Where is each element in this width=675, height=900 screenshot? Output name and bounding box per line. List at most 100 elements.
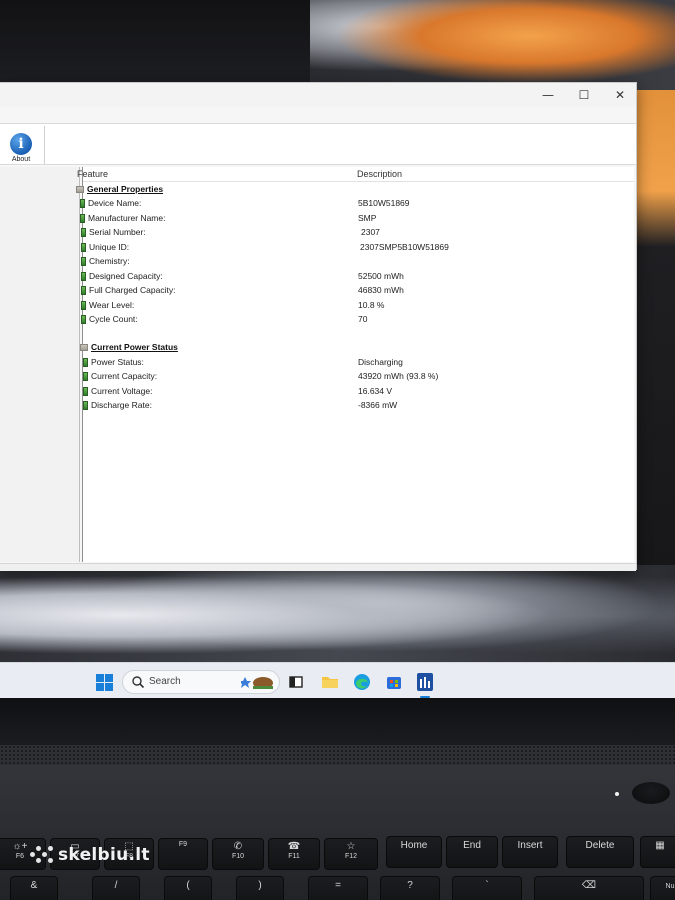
list-item[interactable]: Current Voltage: 16.634 V xyxy=(76,386,616,400)
battery-icon xyxy=(83,372,88,381)
feature-value: 43920 mWh (93.8 %) xyxy=(358,371,439,381)
feature-value: 52500 mWh xyxy=(358,270,404,281)
feature-label: Discharge Rate: xyxy=(91,399,152,410)
list-item[interactable]: Unique ID: 2307SMP5B10W51869 xyxy=(76,242,616,256)
feature-label: Device Name: xyxy=(88,198,142,208)
task-view-icon[interactable] xyxy=(285,671,307,693)
toolbar: i About xyxy=(0,123,636,165)
feature-label: Current Voltage: xyxy=(91,385,153,396)
monitor-bezel-bottom xyxy=(0,698,675,748)
key-f11[interactable]: ☎ F11 xyxy=(268,838,320,870)
list-item[interactable]: Device Name: 5B10W51869 xyxy=(76,198,616,212)
feature-label: Unique ID: xyxy=(89,241,130,252)
list-item[interactable]: Manufacturer Name: SMP xyxy=(76,213,616,227)
feature-label: Manufacturer Name: xyxy=(88,212,166,223)
key-end[interactable]: End xyxy=(446,836,498,868)
search-highlight-icon xyxy=(241,677,273,689)
key-insert[interactable]: Insert xyxy=(502,836,558,868)
info-icon: i xyxy=(10,133,32,155)
minimize-button[interactable]: — xyxy=(530,83,566,107)
key-8[interactable]: ( xyxy=(164,876,212,900)
feature-label: Chemistry: xyxy=(89,256,130,266)
key-delete[interactable]: Delete xyxy=(566,836,634,868)
taskbar: Search xyxy=(0,662,675,698)
list-item[interactable]: Cycle Count: 70 xyxy=(76,314,616,328)
folder-icon xyxy=(76,186,84,193)
key-home[interactable]: Home xyxy=(386,836,442,868)
list-item[interactable]: Full Charged Capacity: 46830 mWh xyxy=(76,285,616,299)
battery-icon xyxy=(81,257,86,266)
feature-value: 2307SMP5B10W51869 xyxy=(360,241,449,252)
feature-label: Cycle Count: xyxy=(89,314,138,324)
feature-value: 70 xyxy=(358,314,368,324)
battery-icon xyxy=(81,271,86,281)
feature-value: 5B10W51869 xyxy=(358,198,410,208)
feature-value: SMP xyxy=(358,212,377,223)
list-item[interactable]: Power Status: Discharging xyxy=(76,357,616,371)
key-question[interactable]: ? xyxy=(380,876,440,900)
section-current-power-status[interactable]: Current Power Status xyxy=(80,342,620,356)
watermark-dots-icon xyxy=(28,845,54,865)
section-title: General Properties xyxy=(87,184,164,194)
close-button[interactable]: ✕ xyxy=(602,83,638,107)
battery-icon xyxy=(80,213,85,223)
watermark-logo: skelbiu.lt xyxy=(28,842,198,868)
battery-icon xyxy=(81,242,86,252)
battery-icon xyxy=(81,315,86,324)
battery-icon xyxy=(83,400,88,410)
feature-label: Serial Number: xyxy=(89,227,146,237)
feature-label: Current Capacity: xyxy=(91,371,158,381)
list-item[interactable]: Chemistry: xyxy=(76,256,616,270)
property-rows: General Properties Device Name: 5B10W518… xyxy=(76,184,636,424)
key-f10[interactable]: ✆ F10 xyxy=(212,838,264,870)
feature-value: -8366 mW xyxy=(358,399,398,410)
folder-icon xyxy=(80,344,88,351)
left-pane xyxy=(0,167,80,562)
header-divider xyxy=(83,181,634,182)
key-0[interactable]: = xyxy=(308,876,368,900)
file-explorer-icon[interactable] xyxy=(319,671,341,693)
key-7[interactable]: & xyxy=(10,876,58,900)
windows-start-icon[interactable] xyxy=(93,671,115,693)
battery-icon xyxy=(81,300,86,310)
feature-value: 10.8 % xyxy=(358,299,385,310)
key-grave[interactable]: ` xyxy=(452,876,522,900)
section-general-properties[interactable]: General Properties xyxy=(76,184,616,198)
watermark-text: skelbiu.lt xyxy=(58,845,150,865)
key-numlock[interactable]: Nu xyxy=(650,876,675,900)
desktop-wallpaper-bottom xyxy=(0,565,675,665)
about-label: About xyxy=(11,156,31,163)
list-item[interactable]: Serial Number: 2307 xyxy=(76,227,616,241)
feature-label: Power Status: xyxy=(91,356,144,367)
power-led xyxy=(615,792,619,796)
key-backspace[interactable]: ⌫ xyxy=(534,876,644,900)
battery-icon xyxy=(81,286,86,295)
feature-label: Designed Capacity: xyxy=(89,270,163,281)
taskbar-search[interactable]: Search xyxy=(122,670,280,694)
list-item[interactable]: Discharge Rate: -8366 mW xyxy=(76,400,616,414)
feature-value: Discharging xyxy=(358,356,403,367)
list-item[interactable]: Current Capacity: 43920 mWh (93.8 %) xyxy=(76,371,616,385)
key-slash[interactable]: / xyxy=(92,876,140,900)
feature-label: Wear Level: xyxy=(89,299,135,310)
desktop-wallpaper xyxy=(310,0,675,90)
search-placeholder: Search xyxy=(149,676,181,687)
feature-value: 16.634 V xyxy=(358,385,393,396)
battery-icon xyxy=(80,199,85,208)
store-icon[interactable] xyxy=(383,671,405,693)
maximize-button[interactable]: ☐ xyxy=(566,83,602,107)
edge-icon[interactable] xyxy=(351,671,373,693)
key-9[interactable]: ) xyxy=(236,876,284,900)
feature-label: Full Charged Capacity: xyxy=(89,285,176,295)
battery-icon xyxy=(83,357,88,367)
toolbar-separator xyxy=(44,126,45,164)
status-bar xyxy=(0,563,636,571)
search-icon xyxy=(132,676,145,689)
key-calculator[interactable]: ▦ xyxy=(640,836,675,868)
list-item[interactable]: Wear Level: 10.8 % xyxy=(76,300,616,314)
battery-app-icon[interactable] xyxy=(414,671,436,693)
key-f12[interactable]: ☆ F12 xyxy=(324,838,378,870)
about-button[interactable]: i About xyxy=(2,127,38,165)
list-item[interactable]: Designed Capacity: 52500 mWh xyxy=(76,271,616,285)
power-button[interactable] xyxy=(632,782,670,804)
